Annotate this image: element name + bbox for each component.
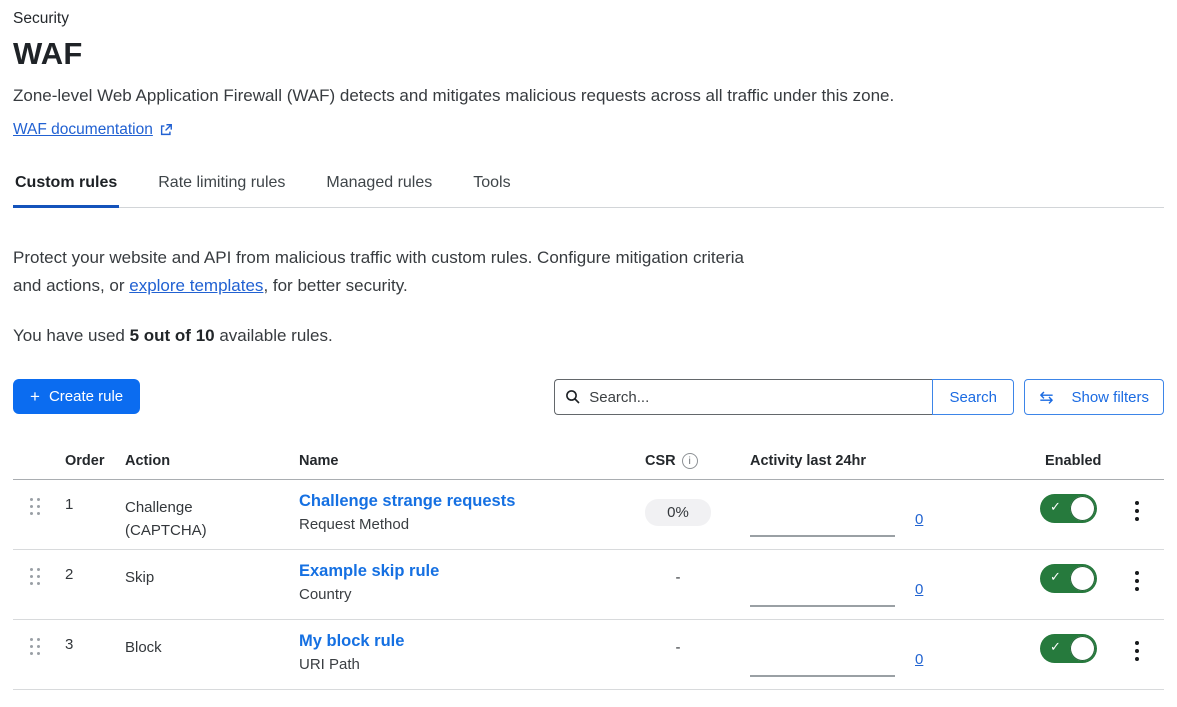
info-icon[interactable]: i <box>682 453 698 469</box>
check-icon: ✓ <box>1050 499 1061 515</box>
enabled-toggle[interactable]: ✓ <box>1040 564 1097 593</box>
custom-rules-table: Order Action Name CSR i Activity last 24… <box>13 445 1164 690</box>
csr-value: - <box>645 569 711 586</box>
table-row: 3 Block My block rule URI Path - 0 ✓ <box>13 620 1164 690</box>
waf-documentation-link[interactable]: WAF documentation <box>13 121 153 139</box>
toggle-knob <box>1070 496 1095 521</box>
tab-bar: Custom rules Rate limiting rules Managed… <box>13 166 1164 208</box>
table-header-row: Order Action Name CSR i Activity last 24… <box>13 445 1164 480</box>
rule-order: 3 <box>55 620 115 653</box>
swap-arrows-icon: ⇆ <box>1039 389 1053 406</box>
rule-name-link[interactable]: Example skip rule <box>299 562 439 581</box>
external-link-icon <box>159 123 173 137</box>
rule-field: URI Path <box>299 656 630 673</box>
enabled-toggle[interactable]: ✓ <box>1040 634 1097 663</box>
plus-icon: + <box>30 387 40 407</box>
rule-name-link[interactable]: My block rule <box>299 632 404 651</box>
show-filters-button[interactable]: ⇆ Show filters <box>1024 379 1164 415</box>
activity-count-link[interactable]: 0 <box>915 511 923 528</box>
page-description: Zone-level Web Application Firewall (WAF… <box>13 86 1164 106</box>
tab-rate-limiting-rules[interactable]: Rate limiting rules <box>156 166 287 208</box>
rule-action: Skip <box>115 550 235 589</box>
kebab-menu-icon[interactable] <box>1110 550 1164 591</box>
column-header-activity: Activity last 24hr <box>730 453 1020 469</box>
usage-prefix: You have used <box>13 326 130 345</box>
rule-order: 1 <box>55 480 115 513</box>
tab-tools[interactable]: Tools <box>471 166 512 208</box>
check-icon: ✓ <box>1050 639 1061 655</box>
column-header-enabled: Enabled <box>1020 453 1110 469</box>
column-header-name: Name <box>290 453 630 469</box>
table-row: 1 Challenge (CAPTCHA) Challenge strange … <box>13 480 1164 550</box>
rule-field: Request Method <box>299 516 630 533</box>
activity-sparkline <box>750 644 895 677</box>
create-rule-button[interactable]: + Create rule <box>13 379 140 414</box>
csr-value: - <box>645 639 711 656</box>
intro-text-after: , for better security. <box>263 276 407 295</box>
usage-suffix: available rules. <box>215 326 333 345</box>
check-icon: ✓ <box>1050 569 1061 585</box>
search-group: Search <box>554 379 1014 415</box>
usage-summary: You have used 5 out of 10 available rule… <box>13 326 1164 346</box>
toggle-knob <box>1070 636 1095 661</box>
activity-count-link[interactable]: 0 <box>915 651 923 668</box>
create-rule-label: Create rule <box>49 388 123 405</box>
rule-field: Country <box>299 586 630 603</box>
activity-count-link[interactable]: 0 <box>915 581 923 598</box>
column-header-action: Action <box>115 453 290 469</box>
search-input[interactable] <box>554 379 932 415</box>
search-button[interactable]: Search <box>932 379 1014 415</box>
table-row: 2 Skip Example skip rule Country - 0 ✓ <box>13 550 1164 620</box>
rule-action: Block <box>115 620 235 659</box>
search-icon <box>565 389 581 410</box>
column-header-csr: CSR i <box>630 453 730 469</box>
toolbar: + Create rule Search ⇆ <box>13 379 1164 415</box>
kebab-menu-icon[interactable] <box>1110 620 1164 661</box>
drag-handle-icon[interactable] <box>13 480 43 515</box>
enabled-toggle[interactable]: ✓ <box>1040 494 1097 523</box>
rule-name-link[interactable]: Challenge strange requests <box>299 492 515 511</box>
kebab-menu-icon[interactable] <box>1110 480 1164 521</box>
drag-handle-icon[interactable] <box>13 620 43 655</box>
page-title: WAF <box>13 36 1164 72</box>
csr-badge: 0% <box>645 499 711 526</box>
explore-templates-link[interactable]: explore templates <box>129 276 263 295</box>
tab-custom-rules[interactable]: Custom rules <box>13 166 119 208</box>
waf-page: Security WAF Zone-level Web Application … <box>0 0 1177 690</box>
intro-text: Protect your website and API from malici… <box>13 244 755 299</box>
breadcrumb: Security <box>13 8 1164 28</box>
tab-managed-rules[interactable]: Managed rules <box>324 166 434 208</box>
rule-order: 2 <box>55 550 115 583</box>
show-filters-label2: Show filters <box>1071 389 1149 406</box>
drag-handle-icon[interactable] <box>13 550 43 585</box>
rule-action: Challenge (CAPTCHA) <box>115 480 235 543</box>
column-header-order: Order <box>55 453 115 469</box>
usage-count: 5 out of 10 <box>130 326 215 345</box>
csr-header-label: CSR <box>645 453 676 469</box>
activity-sparkline <box>750 574 895 607</box>
activity-sparkline <box>750 504 895 537</box>
toggle-knob <box>1070 566 1095 591</box>
